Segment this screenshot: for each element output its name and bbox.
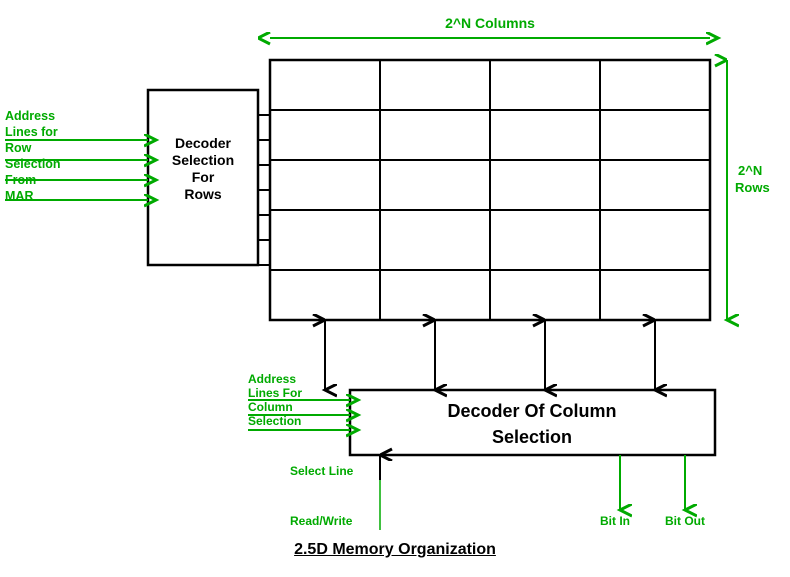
addr-col-label1: Address: [248, 372, 296, 386]
decoder-rows-line4: Rows: [184, 186, 222, 202]
addr-row-label1: Address: [5, 109, 55, 123]
read-write-label: Read/Write: [290, 514, 353, 528]
rows-label1: 2^N: [738, 163, 762, 178]
decoder-rows-line2: Selection: [172, 152, 234, 168]
columns-label: 2^N Columns: [445, 15, 535, 31]
addr-row-label3: Row: [5, 141, 32, 155]
bit-out-label: Bit Out: [665, 514, 705, 528]
addr-row-label2: Lines for: [5, 125, 58, 139]
diagram: Decoder Selection For Rows Address Lines…: [0, 0, 790, 577]
bit-in-label: Bit In: [600, 514, 630, 528]
addr-row-label6: MAR: [5, 189, 33, 203]
decoder-col-line1: Decoder Of Column: [447, 401, 616, 421]
addr-col-label2: Lines For: [248, 386, 302, 400]
diagram-title: 2.5D Memory Organization: [294, 541, 496, 559]
rows-label2: Rows: [735, 180, 770, 195]
addr-col-label4: Selection: [248, 414, 301, 428]
decoder-col-line2: Selection: [492, 427, 572, 447]
addr-col-label3: Column: [248, 400, 293, 414]
addr-row-label4: Selection: [5, 157, 61, 171]
decoder-rows-line3: For: [192, 169, 215, 185]
select-line-label: Select Line: [290, 464, 354, 478]
addr-row-label5: From: [5, 173, 36, 187]
decoder-rows-line1: Decoder: [175, 135, 232, 151]
